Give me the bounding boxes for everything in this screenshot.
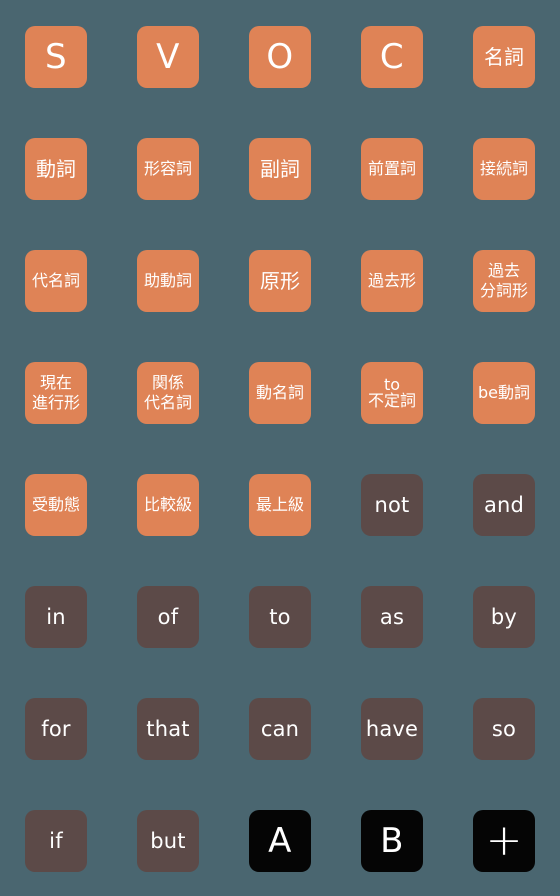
- tile-o-label: O: [266, 37, 294, 77]
- tile-keiyoushi-label: 形容詞: [143, 159, 192, 178]
- plus-icon[interactable]: +: [473, 810, 535, 872]
- tile-kako-bunshikei[interactable]: 過去 分詞形: [473, 250, 535, 312]
- tile-if[interactable]: if: [25, 810, 87, 872]
- sticker-grid: S V O C 名詞動詞 形容詞 副詞 前置詞 接続詞代名詞 助動詞 原形 過去形 過去 分詞形現在 進行形…: [0, 0, 560, 896]
- tile-saijoukyuu[interactable]: 最上級: [249, 474, 311, 536]
- tile-not[interactable]: not: [361, 474, 423, 536]
- tile-judoutai[interactable]: 受動態: [25, 474, 87, 536]
- tile-genzai-shinkoukei-label: 進行形: [31, 392, 80, 412]
- tile-kankei-daimeishi-label: 代名詞: [143, 392, 192, 412]
- tile-fukushi-label: 副詞: [260, 157, 300, 181]
- tile-saijoukyuu-label: 最上級: [255, 495, 304, 514]
- tile-doushi-label: 動詞: [36, 157, 76, 181]
- tile-hikakukyuu[interactable]: 比較級: [137, 474, 199, 536]
- tile-doumeishi-label: 動名詞: [255, 383, 304, 402]
- tile-so[interactable]: so: [473, 698, 535, 760]
- tile-fukushi[interactable]: 副詞: [249, 138, 311, 200]
- tile-to-label: to: [269, 604, 291, 629]
- tile-of-label: of: [157, 604, 179, 629]
- tile-of[interactable]: of: [137, 586, 199, 648]
- tile-have[interactable]: have: [361, 698, 423, 760]
- tile-be-doushi-label: be動詞: [477, 383, 530, 402]
- tile-kankei-daimeishi-label: 関係: [151, 373, 184, 393]
- tile-and[interactable]: and: [473, 474, 535, 536]
- tile-daimeishi-label: 代名詞: [31, 271, 80, 290]
- tile-can[interactable]: can: [249, 698, 311, 760]
- tile-meishi[interactable]: 名詞: [473, 26, 535, 88]
- tile-in-label: in: [46, 604, 66, 629]
- tile-genzai-shinkoukei-label: 現在: [39, 373, 72, 393]
- tile-a[interactable]: A: [249, 810, 311, 872]
- tile-genkei-label: 原形: [260, 269, 300, 293]
- tile-b-label: B: [380, 821, 404, 861]
- tile-keiyoushi[interactable]: 形容詞: [137, 138, 199, 200]
- tile-hikakukyuu-label: 比較級: [143, 495, 192, 514]
- tile-can-label: can: [260, 716, 300, 741]
- tile-to-futeishi-label: 不定詞: [367, 391, 416, 410]
- tile-b[interactable]: B: [361, 810, 423, 872]
- tile-doumeishi[interactable]: 動名詞: [249, 362, 311, 424]
- tile-have-label: have: [365, 716, 419, 741]
- tile-kako-bunshikei-label: 分詞形: [479, 280, 528, 300]
- tile-s-label: S: [44, 37, 68, 77]
- tile-jodoushi[interactable]: 助動詞: [137, 250, 199, 312]
- tile-zenchishi[interactable]: 前置詞: [361, 138, 423, 200]
- tile-kakokei-label: 過去形: [367, 271, 416, 290]
- tile-and-label: and: [483, 492, 525, 517]
- tile-so-label: so: [491, 716, 517, 741]
- tile-setsuzokushi[interactable]: 接続詞: [473, 138, 535, 200]
- tile-c[interactable]: C: [361, 26, 423, 88]
- tile-for-label: for: [41, 716, 71, 741]
- tile-that-label: that: [146, 716, 190, 741]
- tile-v-label: V: [156, 37, 180, 77]
- tile-setsuzokushi-label: 接続詞: [479, 159, 528, 178]
- tile-o[interactable]: O: [249, 26, 311, 88]
- tile-v[interactable]: V: [137, 26, 199, 88]
- tile-meishi-label: 名詞: [484, 45, 524, 69]
- tile-by[interactable]: by: [473, 586, 535, 648]
- tile-doushi[interactable]: 動詞: [25, 138, 87, 200]
- tile-daimeishi[interactable]: 代名詞: [25, 250, 87, 312]
- tile-be-doushi[interactable]: be動詞: [473, 362, 535, 424]
- tile-c-label: C: [379, 37, 405, 77]
- tile-for[interactable]: for: [25, 698, 87, 760]
- tile-if-label: if: [49, 828, 63, 853]
- tile-but[interactable]: but: [137, 810, 199, 872]
- tile-but-label: but: [150, 828, 186, 853]
- tile-jodoushi-label: 助動詞: [143, 271, 192, 290]
- tile-as[interactable]: as: [361, 586, 423, 648]
- tile-kako-bunshikei-label: 過去: [487, 261, 520, 281]
- tile-as-label: as: [379, 604, 405, 629]
- tile-judoutai-label: 受動態: [31, 495, 80, 514]
- tile-kakokei[interactable]: 過去形: [361, 250, 423, 312]
- tile-genkei[interactable]: 原形: [249, 250, 311, 312]
- tile-a-label: A: [268, 821, 292, 861]
- tile-s[interactable]: S: [25, 26, 87, 88]
- tile-not-label: not: [374, 492, 410, 517]
- tile-genzai-shinkoukei[interactable]: 現在 進行形: [25, 362, 87, 424]
- tile-to-futeishi[interactable]: to 不定詞: [361, 362, 423, 424]
- tile-to[interactable]: to: [249, 586, 311, 648]
- tile-in[interactable]: in: [25, 586, 87, 648]
- tile-by-label: by: [490, 604, 518, 629]
- tile-kankei-daimeishi[interactable]: 関係 代名詞: [137, 362, 199, 424]
- tile-that[interactable]: that: [137, 698, 199, 760]
- plus-icon-label: +: [485, 814, 523, 866]
- tile-zenchishi-label: 前置詞: [367, 159, 416, 178]
